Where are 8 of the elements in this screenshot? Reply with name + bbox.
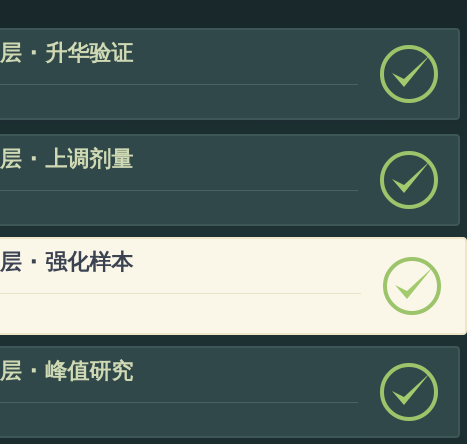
- stage-title: 层 · 强化样本: [0, 249, 135, 277]
- stage-card[interactable]: 层 · 升华验证: [0, 28, 460, 120]
- stage-title: 层 · 峰值研究: [0, 358, 135, 386]
- stage-card[interactable]: 层 · 峰值研究: [0, 346, 460, 438]
- stage-title: 层 · 上调剂量: [0, 146, 135, 174]
- stage-card[interactable]: 层 · 强化样本: [0, 237, 467, 335]
- stage-card[interactable]: 层 · 上调剂量: [0, 134, 460, 226]
- stage-title: 层 · 升华验证: [0, 40, 135, 68]
